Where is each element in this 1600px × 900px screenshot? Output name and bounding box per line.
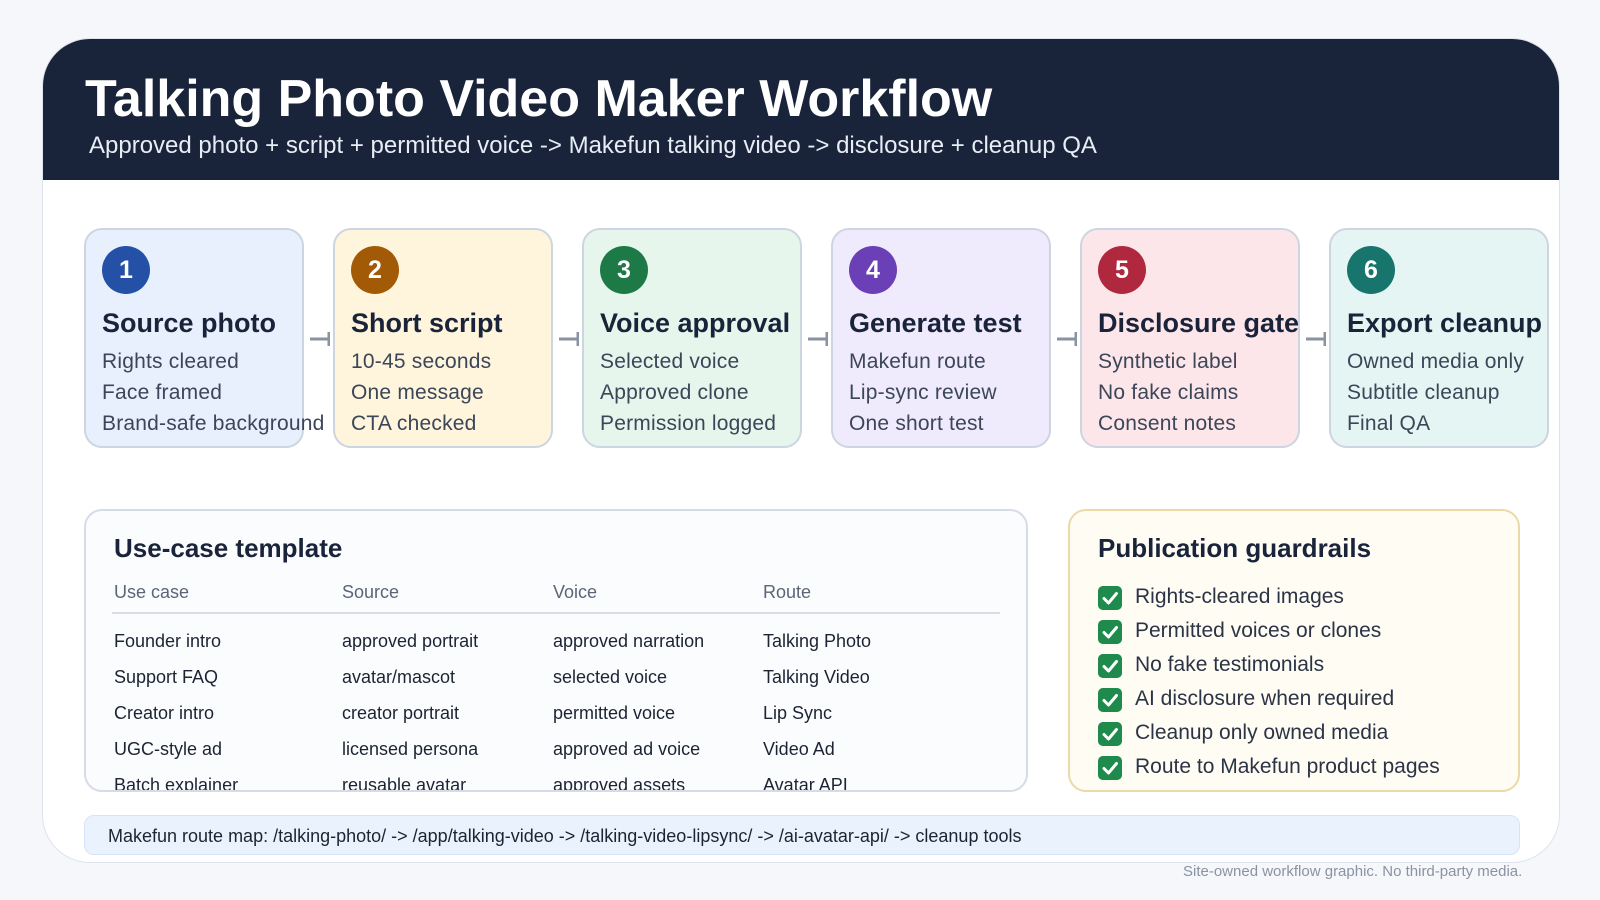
cell-use-case: Batch explainer [114, 775, 239, 790]
cell-voice: approved ad voice [553, 739, 701, 759]
step-card-export-cleanup: 6 Export cleanup Owned media only Subtit… [1329, 228, 1549, 448]
guardrail-text: Route to Makefun product pages [1135, 755, 1440, 778]
step-item: One message [351, 381, 484, 404]
step-item: Synthetic label [1098, 350, 1238, 373]
table-viewport[interactable]: Use-case template Use case Source Voice … [86, 511, 1026, 790]
step-number-badge: 5 [1098, 246, 1146, 294]
header-divider [112, 612, 1000, 614]
cell-route: Avatar API [763, 775, 848, 790]
step-item: 10-45 seconds [351, 350, 492, 373]
cell-route: Lip Sync [763, 703, 833, 723]
column-header-voice: Voice [553, 582, 598, 602]
step-title: Disclosure gate [1098, 308, 1300, 338]
step-number-badge: 2 [351, 246, 399, 294]
connector-arrow-icon [1306, 332, 1326, 346]
cell-route: Talking Photo [763, 631, 872, 651]
check-icon [1098, 654, 1122, 678]
step-item: Face framed [102, 381, 223, 404]
cell-use-case: UGC-style ad [114, 739, 223, 759]
connector-arrow-icon [559, 332, 579, 346]
step-number-badge: 6 [1347, 246, 1395, 294]
step-item: Rights cleared [102, 350, 240, 373]
guardrail-text: Cleanup only owned media [1135, 721, 1389, 744]
guardrail-text: Permitted voices or clones [1135, 619, 1382, 642]
cell-source: reusable avatar [342, 775, 467, 790]
cell-route: Video Ad [763, 739, 835, 759]
connector-arrow-icon [310, 332, 330, 346]
check-icon [1098, 756, 1122, 780]
cell-use-case: Creator intro [114, 703, 215, 723]
column-header-route: Route [763, 582, 812, 602]
cell-voice: permitted voice [553, 703, 676, 723]
connector-arrow-icon [1057, 332, 1077, 346]
step-number-badge: 3 [600, 246, 648, 294]
page-subtitle: Approved photo + script + permitted voic… [89, 132, 1097, 159]
step-card-generate-test: 4 Generate test Makefun route Lip-sync r… [831, 228, 1051, 448]
cell-source: creator portrait [342, 703, 460, 723]
step-title: Voice approval [600, 308, 791, 338]
cell-voice: approved narration [553, 631, 705, 651]
step-item: Owned media only [1347, 350, 1525, 373]
guardrail-text: Rights-cleared images [1135, 585, 1344, 608]
step-item: CTA checked [351, 412, 477, 435]
panel-title: Use-case template [114, 533, 343, 563]
page-title: Talking Photo Video Maker Workflow [85, 70, 993, 128]
cell-route: Talking Video [763, 667, 870, 687]
cell-use-case: Founder intro [114, 631, 222, 651]
step-title: Export cleanup [1347, 308, 1543, 338]
step-item: Selected voice [600, 350, 740, 373]
cell-use-case: Support FAQ [114, 667, 219, 687]
step-number-badge: 4 [849, 246, 897, 294]
step-item: Approved clone [600, 381, 749, 404]
cell-source: licensed persona [342, 739, 479, 759]
column-header-source: Source [342, 582, 400, 602]
route-map-bar: Makefun route map: /talking-photo/ -> /a… [84, 815, 1520, 855]
connector-arrow-icon [808, 332, 828, 346]
guardrail-text: No fake testimonials [1135, 653, 1325, 676]
step-item: Makefun route [849, 350, 986, 373]
step-item: No fake claims [1098, 381, 1239, 404]
step-item: Brand-safe background [102, 412, 325, 435]
cell-voice: approved assets [553, 775, 686, 790]
publication-guardrails-panel: Publication guardrails Rights-cleared im… [1068, 509, 1520, 792]
step-card-short-script: 2 Short script 10-45 seconds One message… [333, 228, 553, 448]
step-title: Source photo [102, 308, 276, 338]
step-number-badge: 1 [102, 246, 150, 294]
footnote: Site-owned workflow graphic. No third-pa… [1183, 863, 1523, 880]
step-title: Generate test [849, 308, 1022, 338]
step-card-source-photo: 1 Source photo Rights cleared Face frame… [84, 228, 324, 448]
check-icon [1098, 722, 1122, 746]
header-banner: Talking Photo Video Maker Workflow Appro… [43, 39, 1559, 180]
step-item: Subtitle cleanup [1347, 381, 1500, 404]
check-icon [1098, 620, 1122, 644]
step-item: Final QA [1347, 412, 1431, 435]
use-case-template-panel: Use-case template Use case Source Voice … [84, 509, 1028, 792]
cell-source: avatar/mascot [342, 667, 456, 687]
check-icon [1098, 688, 1122, 712]
step-card-voice-approval: 3 Voice approval Selected voice Approved… [582, 228, 802, 448]
step-title: Short script [351, 308, 503, 338]
step-item: Consent notes [1098, 412, 1237, 435]
check-icon [1098, 586, 1122, 610]
step-item: Lip-sync review [849, 381, 997, 404]
cell-voice: selected voice [553, 667, 668, 687]
panel-title: Publication guardrails [1098, 533, 1372, 563]
step-item: Permission logged [600, 412, 777, 435]
step-card-disclosure-gate: 5 Disclosure gate Synthetic label No fak… [1080, 228, 1300, 448]
guardrail-text: AI disclosure when required [1135, 687, 1395, 710]
route-map-text: Makefun route map: /talking-photo/ -> /a… [108, 826, 1022, 846]
step-item: One short test [849, 412, 984, 435]
column-header-use-case: Use case [114, 582, 190, 602]
cell-source: approved portrait [342, 631, 479, 651]
